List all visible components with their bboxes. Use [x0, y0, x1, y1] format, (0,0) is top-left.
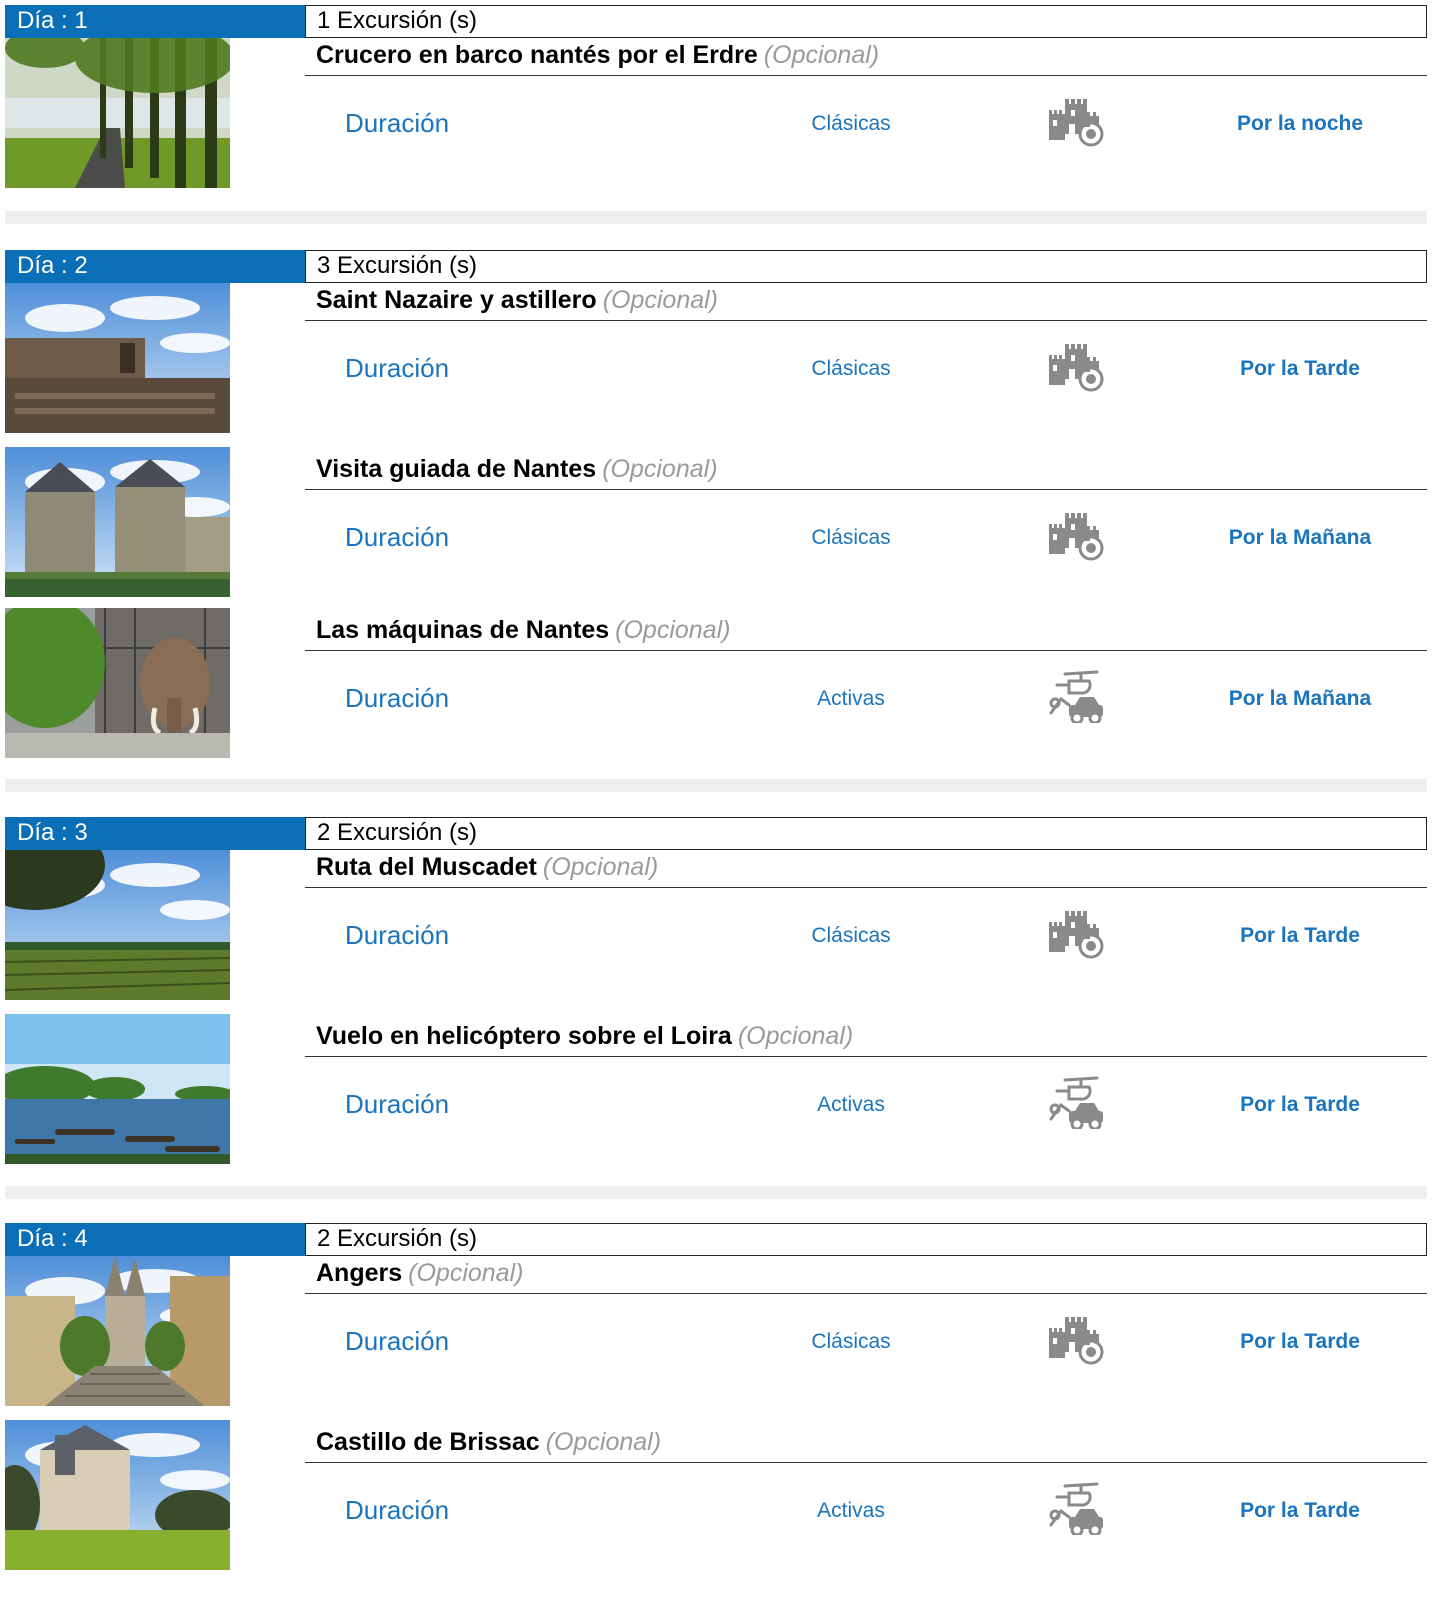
excursion-item: Vuelo en helicóptero sobre el Loira (Opci…	[5, 1014, 1427, 1166]
category-label[interactable]: Activas	[751, 1093, 951, 1117]
day-section-4: Día : 4 2 Excursión (s) Angers (Opcional)…	[5, 1223, 1427, 1623]
day-header: Día : 1 1 Excursión (s)	[5, 5, 1427, 38]
excursion-title[interactable]: Crucero en barco nantés por el Erdre (Opc…	[305, 38, 1427, 76]
category-label[interactable]: Clásicas	[751, 526, 951, 550]
helicopter-car-icon	[1047, 669, 1105, 725]
excursion-name[interactable]: Ruta del Muscadet	[316, 853, 537, 881]
category-label[interactable]: Clásicas	[751, 357, 951, 381]
helicopter-car-icon	[1047, 1075, 1105, 1131]
optional-label: (Opcional)	[602, 286, 719, 314]
excursion-name[interactable]: Saint Nazaire y astillero	[316, 286, 597, 314]
day-separator	[5, 779, 1427, 792]
excursion-photo[interactable]	[5, 283, 230, 433]
excursion-name[interactable]: Crucero en barco nantés por el Erdre	[316, 41, 758, 69]
excursion-count: 2 Excursión (s)	[305, 1223, 1427, 1256]
excursion-photo[interactable]	[5, 447, 230, 597]
day-header: Día : 3 2 Excursión (s)	[5, 817, 1427, 850]
excursion-photo[interactable]	[5, 1420, 230, 1570]
day-separator	[5, 211, 1427, 224]
optional-label: (Opcional)	[763, 41, 880, 69]
excursion-item: Saint Nazaire y astillero (Opcional) Dura…	[5, 283, 1427, 435]
optional-label: (Opcional)	[737, 1022, 854, 1050]
duration-link[interactable]: Duración	[345, 1089, 449, 1120]
excursion-item: Las máquinas de Nantes (Opcional) Duració…	[5, 608, 1427, 760]
optional-label: (Opcional)	[615, 616, 731, 644]
day-label: Día : 4	[5, 1223, 305, 1256]
excursion-title[interactable]: Visita guiada de Nantes (Opcional)	[305, 452, 1427, 490]
excursion-photo[interactable]	[5, 38, 230, 188]
castle-camera-icon	[1047, 508, 1105, 562]
excursion-name[interactable]: Vuelo en helicóptero sobre el Loira	[316, 1022, 732, 1050]
category-label[interactable]: Activas	[751, 1499, 951, 1523]
category-label[interactable]: Clásicas	[751, 112, 951, 136]
duration-link[interactable]: Duración	[345, 1326, 449, 1357]
excursion-title[interactable]: Saint Nazaire y astillero (Opcional)	[305, 283, 1427, 321]
excursion-count: 2 Excursión (s)	[305, 817, 1427, 850]
day-header: Día : 4 2 Excursión (s)	[5, 1223, 1427, 1256]
excursion-name[interactable]: Visita guiada de Nantes	[316, 455, 596, 483]
castle-camera-icon	[1047, 1312, 1105, 1366]
excursion-name[interactable]: Las máquinas de Nantes	[316, 616, 609, 644]
day-separator	[5, 1186, 1427, 1199]
duration-link[interactable]: Duración	[345, 683, 449, 714]
excursion-item: Visita guiada de Nantes (Opcional) Duraci…	[5, 447, 1427, 599]
excursion-item: Crucero en barco nantés por el Erdre (Opc…	[5, 38, 1427, 190]
day-section-2: Día : 2 3 Excursión (s) Saint Nazaire y …	[5, 250, 1427, 758]
time-of-day-label[interactable]: Por la Tarde	[1200, 1330, 1400, 1354]
excursion-title[interactable]: Vuelo en helicóptero sobre el Loira (Opci…	[305, 1019, 1427, 1057]
excursion-title[interactable]: Las máquinas de Nantes (Opcional)	[305, 613, 1427, 651]
time-of-day-label[interactable]: Por la Tarde	[1200, 1499, 1400, 1523]
day-label: Día : 3	[5, 817, 305, 850]
day-label: Día : 1	[5, 5, 305, 38]
category-label[interactable]: Activas	[751, 687, 951, 711]
excursion-photo[interactable]	[5, 850, 230, 1000]
excursion-item: Castillo de Brissac (Opcional) Duración A…	[5, 1420, 1427, 1572]
duration-link[interactable]: Duración	[345, 353, 449, 384]
duration-link[interactable]: Duración	[345, 522, 449, 553]
excursion-item: Ruta del Muscadet (Opcional) Duración Clá…	[5, 850, 1427, 1002]
excursion-title[interactable]: Angers (Opcional)	[305, 1256, 1427, 1294]
category-label[interactable]: Clásicas	[751, 1330, 951, 1354]
optional-label: (Opcional)	[545, 1428, 662, 1456]
day-label: Día : 2	[5, 250, 305, 283]
optional-label: (Opcional)	[542, 853, 659, 881]
duration-link[interactable]: Duración	[345, 108, 449, 139]
optional-label: (Opcional)	[408, 1259, 524, 1287]
excursion-photo[interactable]	[5, 608, 230, 758]
excursion-photo[interactable]	[5, 1014, 230, 1164]
time-of-day-label[interactable]: Por la Tarde	[1200, 924, 1400, 948]
day-section-3: Día : 3 2 Excursión (s) Ruta del Muscade…	[5, 817, 1427, 1217]
category-label[interactable]: Clásicas	[751, 924, 951, 948]
time-of-day-label[interactable]: Por la Tarde	[1200, 1093, 1400, 1117]
castle-camera-icon	[1047, 906, 1105, 960]
time-of-day-label[interactable]: Por la Mañana	[1200, 687, 1400, 711]
castle-camera-icon	[1047, 94, 1105, 148]
helicopter-car-icon	[1047, 1481, 1105, 1537]
excursion-title[interactable]: Ruta del Muscadet (Opcional)	[305, 850, 1427, 888]
castle-camera-icon	[1047, 339, 1105, 393]
excursion-count: 3 Excursión (s)	[305, 250, 1427, 283]
excursion-photo[interactable]	[5, 1256, 230, 1406]
duration-link[interactable]: Duración	[345, 1495, 449, 1526]
excursion-item: Angers (Opcional) Duración Clásicas Por l…	[5, 1256, 1427, 1408]
time-of-day-label[interactable]: Por la Tarde	[1200, 357, 1400, 381]
time-of-day-label[interactable]: Por la Mañana	[1200, 526, 1400, 550]
day-header: Día : 2 3 Excursión (s)	[5, 250, 1427, 283]
optional-label: (Opcional)	[602, 455, 718, 483]
excursion-count: 1 Excursión (s)	[305, 5, 1427, 38]
time-of-day-label[interactable]: Por la noche	[1200, 112, 1400, 136]
duration-link[interactable]: Duración	[345, 920, 449, 951]
excursion-title[interactable]: Castillo de Brissac (Opcional)	[305, 1425, 1427, 1463]
excursion-name[interactable]: Castillo de Brissac	[316, 1428, 540, 1456]
excursion-name[interactable]: Angers	[316, 1259, 402, 1287]
